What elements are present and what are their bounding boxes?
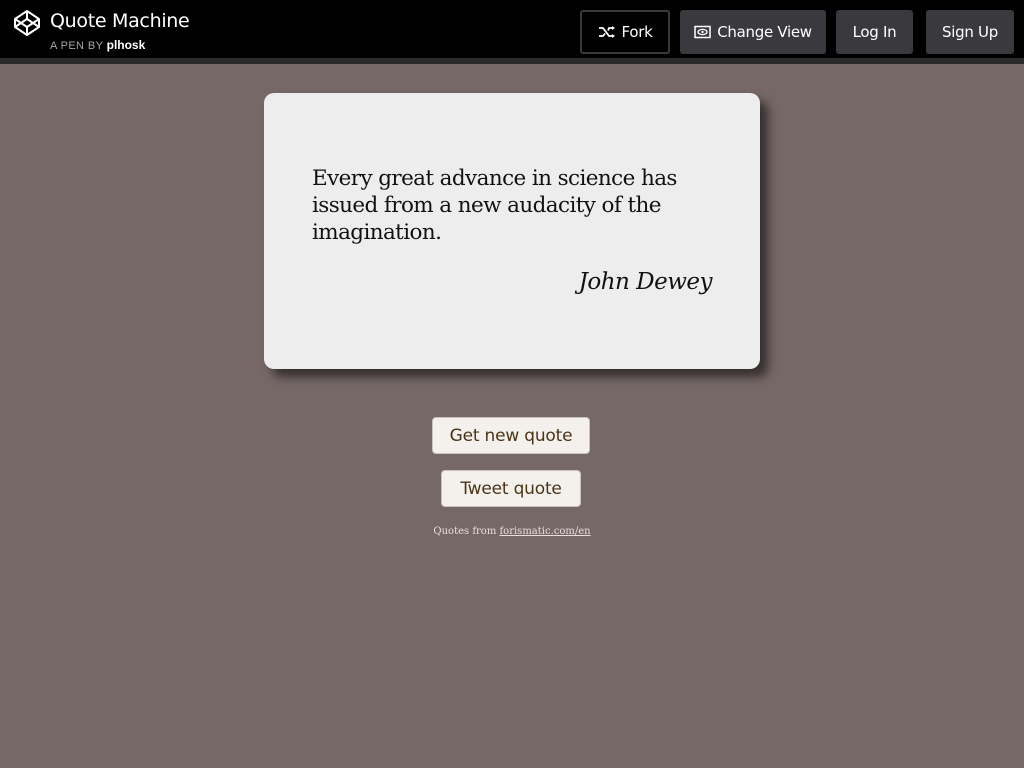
quote-card: Every great advance in science has issue… <box>264 93 760 369</box>
forismatic-link[interactable]: forismatic.com/en <box>499 526 590 537</box>
tweet-quote-button[interactable]: Tweet quote <box>441 470 581 507</box>
fork-icon <box>598 26 615 38</box>
eye-window-icon <box>694 25 711 39</box>
fork-button[interactable]: Fork <box>580 10 670 54</box>
signup-button[interactable]: Sign Up <box>926 10 1014 54</box>
codepen-logo-icon[interactable] <box>13 9 41 37</box>
pen-title: Quote Machine <box>50 10 190 32</box>
change-view-label: Change View <box>717 23 812 41</box>
login-label: Log In <box>852 23 897 41</box>
change-view-button[interactable]: Change View <box>680 10 826 54</box>
quote-text: Every great advance in science has issue… <box>312 166 677 245</box>
get-new-quote-button[interactable]: Get new quote <box>432 417 590 454</box>
fork-label: Fork <box>621 23 653 41</box>
credit-prefix: Quotes from <box>433 526 497 537</box>
byline-prefix: A PEN BY <box>50 40 104 52</box>
signup-label: Sign Up <box>942 23 998 41</box>
top-bar: Quote Machine A PEN BY plhosk Fork Chang… <box>0 0 1024 64</box>
pen-byline: A PEN BY plhosk <box>50 38 145 52</box>
quote-credit: Quotes from forismatic.com/en <box>0 526 1024 537</box>
author-link[interactable]: plhosk <box>107 38 146 52</box>
login-button[interactable]: Log In <box>836 10 913 54</box>
quote-author: John Dewey <box>578 269 713 295</box>
